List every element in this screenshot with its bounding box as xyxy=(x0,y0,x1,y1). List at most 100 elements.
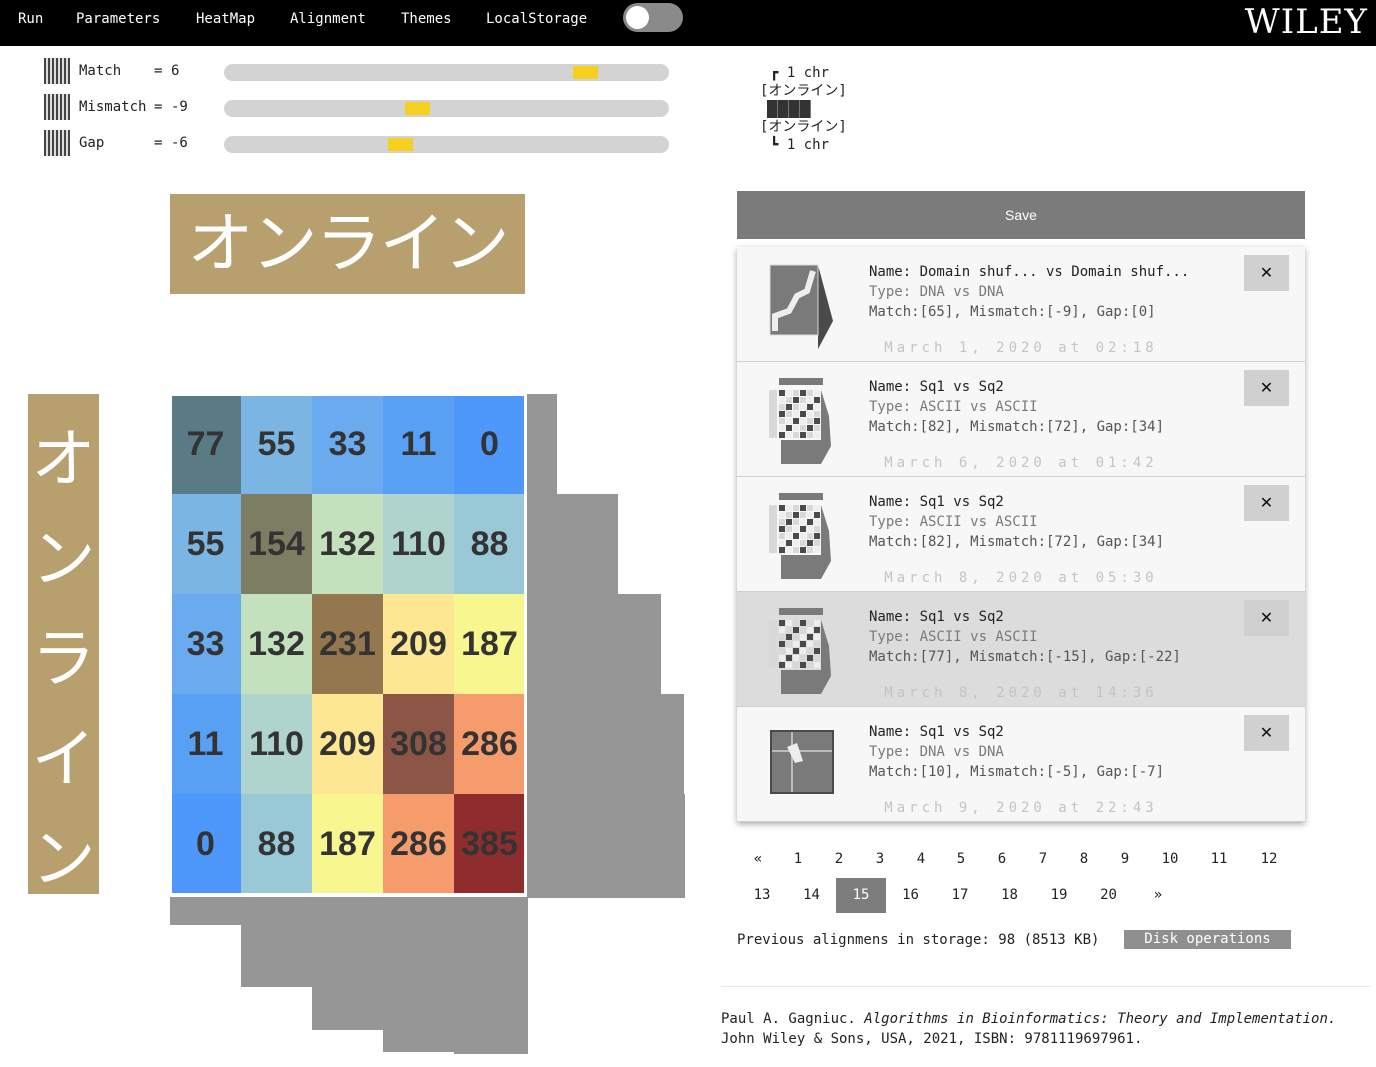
matrix-cell: 132 xyxy=(312,494,383,594)
match-slider[interactable] xyxy=(224,64,669,81)
item-date: March 6, 2020 at 01:42 xyxy=(884,455,1158,471)
col-shadow xyxy=(312,897,383,1030)
top-count: 1 chr xyxy=(786,65,830,81)
menu-run[interactable]: Run xyxy=(18,11,43,27)
item-params: Match:[82], Mismatch:[72], Gap:[34] xyxy=(869,534,1165,550)
close-icon[interactable]: ✕ xyxy=(1244,255,1289,291)
matrix-cell: 385 xyxy=(454,794,525,894)
page-link[interactable]: 14 xyxy=(787,878,837,913)
param-label: Mismatch xyxy=(79,99,147,115)
menu-parameters[interactable]: Parameters xyxy=(76,11,160,27)
citation: Paul A. Gagniuc. Algorithms in Bioinform… xyxy=(721,1009,1336,1049)
alignment-preview: ┏ 1 chr [オンライン] [オンライン] ┗ 1 chr xyxy=(760,64,847,154)
page-link[interactable]: 17 xyxy=(935,878,985,913)
page-link[interactable]: 10 xyxy=(1145,842,1195,877)
item-date: March 9, 2020 at 22:43 xyxy=(884,800,1158,816)
matrix-cell: 33 xyxy=(170,594,241,694)
menu-themes[interactable]: Themes xyxy=(401,11,452,27)
matrix-cell: 11 xyxy=(383,394,454,494)
matrix-cell: 88 xyxy=(454,494,525,594)
param-equals: = xyxy=(154,63,163,79)
page-link[interactable]: 11 xyxy=(1194,842,1244,877)
drag-handle-icon[interactable] xyxy=(44,58,70,84)
close-icon[interactable]: ✕ xyxy=(1244,370,1289,406)
bottom-count: 1 chr xyxy=(786,137,830,153)
col-shadow xyxy=(241,897,312,987)
param-label: Gap xyxy=(79,135,105,151)
alignment-seq2: [オンライン] xyxy=(760,119,847,135)
col-shadow xyxy=(170,897,241,925)
param-equals: = xyxy=(154,99,163,115)
drag-handle-icon[interactable] xyxy=(44,94,70,120)
seq-left-char: ラ xyxy=(31,623,96,697)
item-name: Name: Sq1 vs Sq2 xyxy=(869,724,1004,740)
close-icon[interactable]: ✕ xyxy=(1244,715,1289,751)
alignment-thumbnail xyxy=(767,606,837,696)
item-type: Type: ASCII vs ASCII xyxy=(869,399,1038,415)
top-menu-bar: Run Parameters HeatMap Alignment Themes … xyxy=(0,0,1376,46)
menu-localstorage[interactable]: LocalStorage xyxy=(486,11,587,27)
alignment-thumbnail xyxy=(767,721,837,811)
seq-left-char: ン xyxy=(31,523,96,597)
citation-author: Paul A. Gagniuc. xyxy=(721,1011,856,1027)
param-row-match: Match = 6 xyxy=(44,58,684,84)
toggle-knob xyxy=(626,6,649,29)
close-icon[interactable]: ✕ xyxy=(1244,485,1289,521)
param-row-gap: Gap = -6 xyxy=(44,130,684,156)
page-link[interactable]: 13 xyxy=(737,878,787,913)
slider-thumb[interactable] xyxy=(573,66,598,79)
saved-alignment-item[interactable]: Name: Sq1 vs Sq2 Type: DNA vs DNA Match:[1… xyxy=(737,707,1305,822)
matrix-cell: 308 xyxy=(383,694,454,794)
page-link[interactable]: 12 xyxy=(1244,842,1294,877)
page-link[interactable]: 19 xyxy=(1034,878,1084,913)
close-icon[interactable]: ✕ xyxy=(1244,600,1289,636)
saved-alignment-item[interactable]: Name: Domain shuf... vs Domain shuf... Ty… xyxy=(737,247,1305,362)
page-link[interactable]: 20 xyxy=(1084,878,1134,913)
citation-title: Algorithms in Bioinformatics: Theory and… xyxy=(864,1011,1337,1027)
drag-handle-icon[interactable] xyxy=(44,130,70,156)
menu-alignment[interactable]: Alignment xyxy=(290,11,366,27)
row-shadow xyxy=(527,494,618,594)
gap-slider[interactable] xyxy=(224,136,669,153)
slider-thumb[interactable] xyxy=(405,102,430,115)
saved-alignment-item[interactable]: Name: Sq1 vs Sq2 Type: ASCII vs ASCII Matc… xyxy=(737,362,1305,477)
page-link[interactable]: 16 xyxy=(886,878,936,913)
matrix-cell: 0 xyxy=(170,794,241,894)
saved-alignments-list: Name: Domain shuf... vs Domain shuf... Ty… xyxy=(737,247,1305,822)
item-name: Name: Sq1 vs Sq2 xyxy=(869,494,1004,510)
menu-heatmap[interactable]: HeatMap xyxy=(196,11,255,27)
saved-alignment-item[interactable]: Name: Sq1 vs Sq2 Type: ASCII vs ASCII Matc… xyxy=(737,477,1305,592)
matrix-cell: 231 xyxy=(312,594,383,694)
item-date: March 8, 2020 at 14:36 xyxy=(884,685,1158,701)
slider-thumb[interactable] xyxy=(388,138,413,151)
citation-publisher: John Wiley & Sons, USA, 2021, ISBN: 9781… xyxy=(721,1031,1143,1047)
param-equals: = xyxy=(154,135,163,151)
item-name: Name: Sq1 vs Sq2 xyxy=(869,609,1004,625)
save-button[interactable]: Save xyxy=(737,191,1305,239)
alignment-thumbnail xyxy=(767,376,837,466)
matrix-cell: 88 xyxy=(241,794,312,894)
page-link[interactable]: 9 xyxy=(1100,842,1150,877)
matrix-cell: 286 xyxy=(383,794,454,894)
col-shadow xyxy=(383,897,454,1052)
alignment-thumbnail xyxy=(767,261,837,351)
item-name: Name: Sq1 vs Sq2 xyxy=(869,379,1004,395)
matrix-cell: 110 xyxy=(383,494,454,594)
seq-left-char: イ xyxy=(31,723,96,797)
page-link[interactable]: 18 xyxy=(985,878,1035,913)
mismatch-slider[interactable] xyxy=(224,100,669,117)
item-type: Type: DNA vs DNA xyxy=(869,744,1004,760)
sequence-top-header: オンライン xyxy=(170,194,525,294)
page-link[interactable]: 15 xyxy=(836,878,886,913)
alignment-blocks xyxy=(767,100,811,118)
disk-operations-button[interactable]: Disk operations xyxy=(1124,930,1291,949)
theme-toggle[interactable] xyxy=(623,3,683,32)
saved-alignment-item[interactable]: Name: Sq1 vs Sq2 Type: ASCII vs ASCII Matc… xyxy=(737,592,1305,707)
param-value: -6 xyxy=(171,135,188,151)
item-params: Match:[82], Mismatch:[72], Gap:[34] xyxy=(869,419,1165,435)
seq-left-char: ン xyxy=(31,823,96,897)
page-link[interactable]: » xyxy=(1133,878,1183,913)
matrix-cell: 286 xyxy=(454,694,525,794)
item-type: Type: ASCII vs ASCII xyxy=(869,629,1038,645)
col-shadow xyxy=(454,897,528,1054)
